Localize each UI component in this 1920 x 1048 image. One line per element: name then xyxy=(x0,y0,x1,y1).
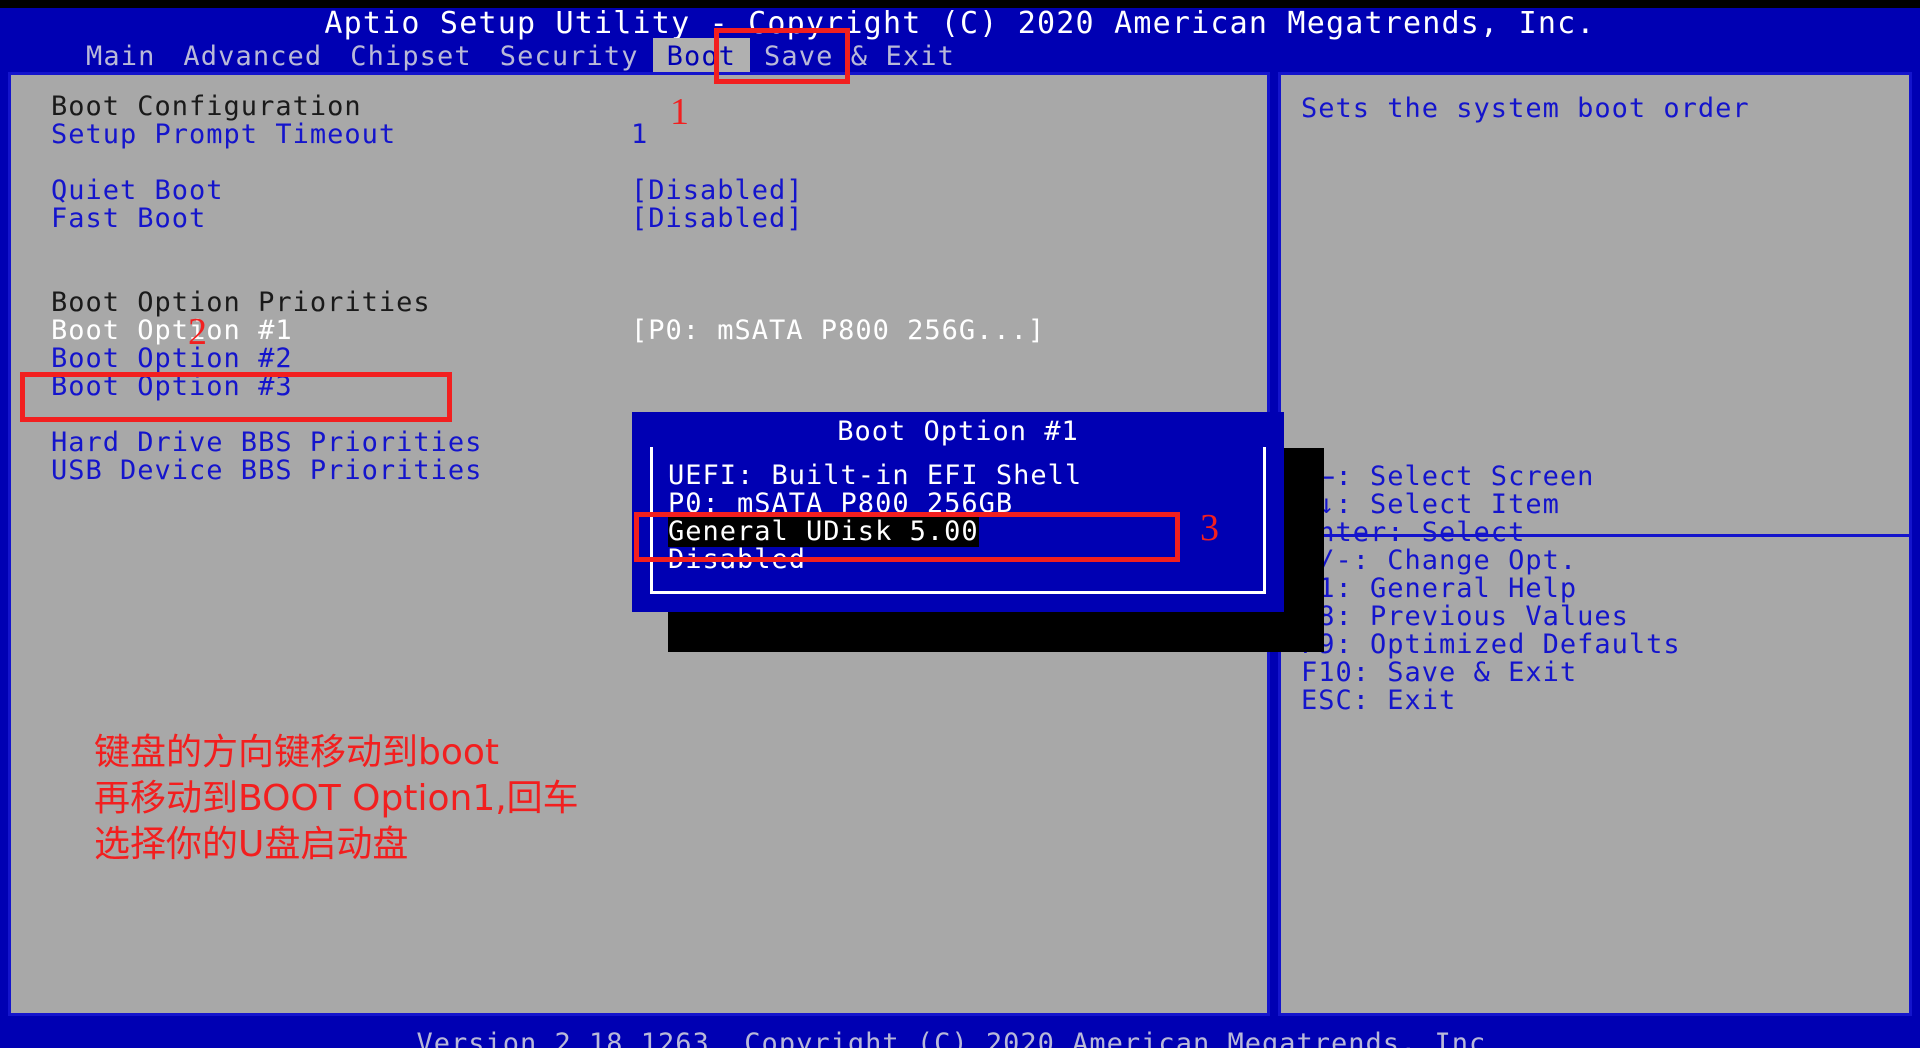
setting-value-fast-boot[interactable]: [Disabled] xyxy=(631,205,804,233)
popup-option-p0-msata-p800[interactable]: P0: mSATA P800 256GB xyxy=(668,488,1013,519)
annotation-number-2: 2 xyxy=(188,311,207,353)
popup-title: Boot Option #1 xyxy=(632,416,1284,447)
section-title-boot-configuration: Boot Configuration xyxy=(51,91,362,122)
setting-label-quiet-boot[interactable]: Quiet Boot xyxy=(51,177,224,205)
help-key-change-opt: +/-: Change Opt. xyxy=(1301,545,1578,576)
help-key-f10-save-and-exit: F10: Save & Exit xyxy=(1301,657,1578,688)
help-key-select-item: ↑↓: Select Item xyxy=(1301,489,1560,520)
version-text: Version 2.18.1263. Copyright (C) 2020 Am… xyxy=(416,1028,1504,1048)
annotation-number-1: 1 xyxy=(670,91,689,133)
tab-security[interactable]: Security xyxy=(486,38,653,75)
popup-option-disabled[interactable]: Disabled xyxy=(668,544,806,575)
footer-bar: Version 2.18.1263. Copyright (C) 2020 Am… xyxy=(0,1026,1920,1048)
bios-setup-screen: Aptio Setup Utility - Copyright (C) 2020… xyxy=(0,0,1920,1048)
help-key-esc-exit: ESC: Exit xyxy=(1301,685,1457,716)
section-title-boot-option-priorities: Boot Option Priorities xyxy=(51,287,431,318)
annotation-number-3: 3 xyxy=(1200,507,1219,549)
popup-title-text: Boot Option #1 xyxy=(827,416,1089,447)
boot-option-2-label[interactable]: Boot Option #2 xyxy=(51,345,293,373)
boot-option-1-value[interactable]: [P0: mSATA P800 256G...] xyxy=(631,317,1045,345)
boot-option-1-label[interactable]: Boot Option #1 xyxy=(51,317,293,345)
tab-chipset[interactable]: Chipset xyxy=(336,38,486,75)
help-key-f9-optimized-defaults: F9: Optimized Defaults xyxy=(1301,629,1681,660)
setting-value-quiet-boot[interactable]: [Disabled] xyxy=(631,177,804,205)
help-key-select-screen: →←: Select Screen xyxy=(1301,461,1595,492)
tab-boot[interactable]: Boot xyxy=(652,37,751,75)
link-usb-device-bbs-priorities[interactable]: USB Device BBS Priorities xyxy=(51,457,482,485)
popup-option-uefi-efi-shell[interactable]: UEFI: Built-in EFI Shell xyxy=(668,460,1082,491)
help-key-enter-select: Enter: Select xyxy=(1301,517,1526,548)
setting-label-fast-boot[interactable]: Fast Boot xyxy=(51,205,206,233)
tab-advanced[interactable]: Advanced xyxy=(169,38,336,75)
annotation-instruction-line-2: 再移动到BOOT Option1,回车 xyxy=(94,778,579,819)
help-description: Sets the system boot order xyxy=(1301,93,1750,124)
boot-option-3-label[interactable]: Boot Option #3 xyxy=(51,373,293,401)
tab-save-and-exit[interactable]: Save & Exit xyxy=(750,38,969,75)
setting-value-setup-prompt-timeout[interactable]: 1 xyxy=(631,121,648,149)
help-panel-divider xyxy=(1278,534,1912,537)
help-panel: Sets the system boot order →←: Select Sc… xyxy=(1278,72,1912,1016)
help-key-f1-general-help: F1: General Help xyxy=(1301,573,1578,604)
tab-main[interactable]: Main xyxy=(72,38,169,75)
boot-option-popup: Boot Option #1 UEFI: Built-in EFI Shell … xyxy=(632,412,1284,612)
popup-option-general-udisk[interactable]: General UDisk 5.00 xyxy=(668,516,979,547)
help-key-f8-previous-values: F8: Previous Values xyxy=(1301,601,1629,632)
app-title: Aptio Setup Utility - Copyright (C) 2020… xyxy=(324,6,1596,41)
annotation-instruction-line-3: 选择你的U盘启动盘 xyxy=(94,824,409,865)
link-hard-drive-bbs-priorities[interactable]: Hard Drive BBS Priorities xyxy=(51,429,482,457)
setting-label-setup-prompt-timeout[interactable]: Setup Prompt Timeout xyxy=(51,121,396,149)
annotation-instruction-line-1: 键盘的方向键移动到boot xyxy=(94,732,500,773)
menu-bar: Main Advanced Chipset Security Boot Save… xyxy=(0,37,1920,75)
